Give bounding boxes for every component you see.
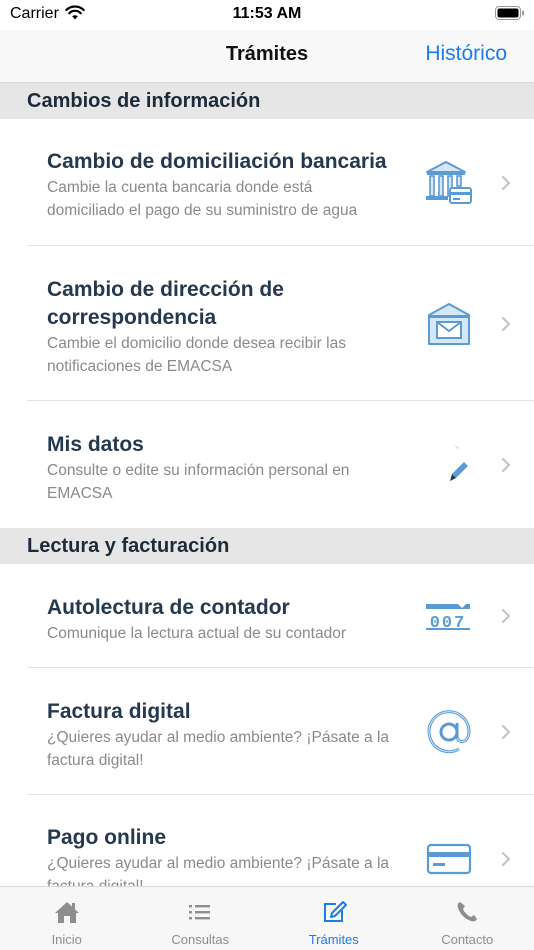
row-factura-digital[interactable]: Factura digital ¿Quieres ayudar al medio… <box>0 668 534 795</box>
chevron-right-icon <box>501 608 511 624</box>
row-description: ¿Quieres ayudar al medio ambiente? ¡Pása… <box>47 855 390 886</box>
row-cambio-direccion[interactable]: Cambio de dirección de correspondencia C… <box>0 246 534 401</box>
credit-card-icon <box>426 843 472 874</box>
navigation-bar: Trámites Histórico <box>0 30 534 83</box>
chevron-right-icon <box>501 316 511 331</box>
chevron-right-icon <box>501 175 511 190</box>
tab-consultas[interactable]: Consultas <box>134 887 268 950</box>
home-icon <box>54 902 79 923</box>
at-sign-icon <box>427 709 471 753</box>
meter-icon: 007 <box>426 604 470 631</box>
row-title: Cambio de domiciliación bancaria <box>47 150 387 173</box>
mailbox-icon <box>428 302 470 345</box>
row-description: Cambie la cuenta bancaria donde está dom… <box>47 179 358 219</box>
list-icon <box>189 905 211 920</box>
phone-icon <box>457 902 478 922</box>
row-cambio-domiciliacion[interactable]: Cambio de domiciliación bancaria Cambie … <box>0 119 534 246</box>
section-header-cambios: Cambios de información <box>0 83 534 119</box>
tab-tramites[interactable]: Trámites <box>267 887 401 950</box>
pencil-icon <box>450 443 468 481</box>
historico-button[interactable]: Histórico <box>425 42 507 66</box>
row-description: Cambie el domicilio donde desea recibir … <box>47 335 346 375</box>
row-title: Mis datos <box>47 433 144 456</box>
chevron-right-icon <box>501 851 511 866</box>
tab-bar: Inicio Consultas Trámites Contacto <box>0 886 534 950</box>
row-title: Autolectura de contador <box>47 596 290 619</box>
clock: 11:53 AM <box>232 5 302 22</box>
tab-label: Contacto <box>441 932 494 947</box>
edit-icon <box>323 901 347 922</box>
row-description: ¿Quieres ayudar al medio ambiente? ¡Pása… <box>47 729 390 769</box>
row-pago-online[interactable]: Pago online ¿Quieres ayudar al medio amb… <box>0 795 534 886</box>
battery-icon <box>495 6 524 20</box>
row-mis-datos[interactable]: Mis datos Consulte o edite su informació… <box>0 401 534 528</box>
row-description: Comunique la lectura actual de su contad… <box>47 625 346 642</box>
row-title: Pago online <box>47 826 167 849</box>
row-description: Consulte o edite su información personal… <box>47 462 350 502</box>
chevron-right-icon <box>501 457 511 472</box>
tramites-list[interactable]: Cambios de información Cambio de domicil… <box>0 83 534 886</box>
row-title: Factura digital <box>47 700 191 723</box>
row-title: Cambio de dirección de correspondencia <box>47 278 284 329</box>
tab-inicio[interactable]: Inicio <box>0 887 134 950</box>
tab-label: Consultas <box>171 932 230 947</box>
tab-label: Trámites <box>308 932 359 947</box>
row-autolectura[interactable]: Autolectura de contador Comunique la lec… <box>0 564 534 668</box>
status-bar: Carrier 11:53 AM <box>0 0 534 30</box>
bank-icon <box>426 160 472 204</box>
chevron-right-icon <box>501 724 511 739</box>
section-header-lectura: Lectura y facturación <box>0 528 534 564</box>
tab-label: Inicio <box>51 932 82 947</box>
tab-contacto[interactable]: Contacto <box>401 887 534 950</box>
